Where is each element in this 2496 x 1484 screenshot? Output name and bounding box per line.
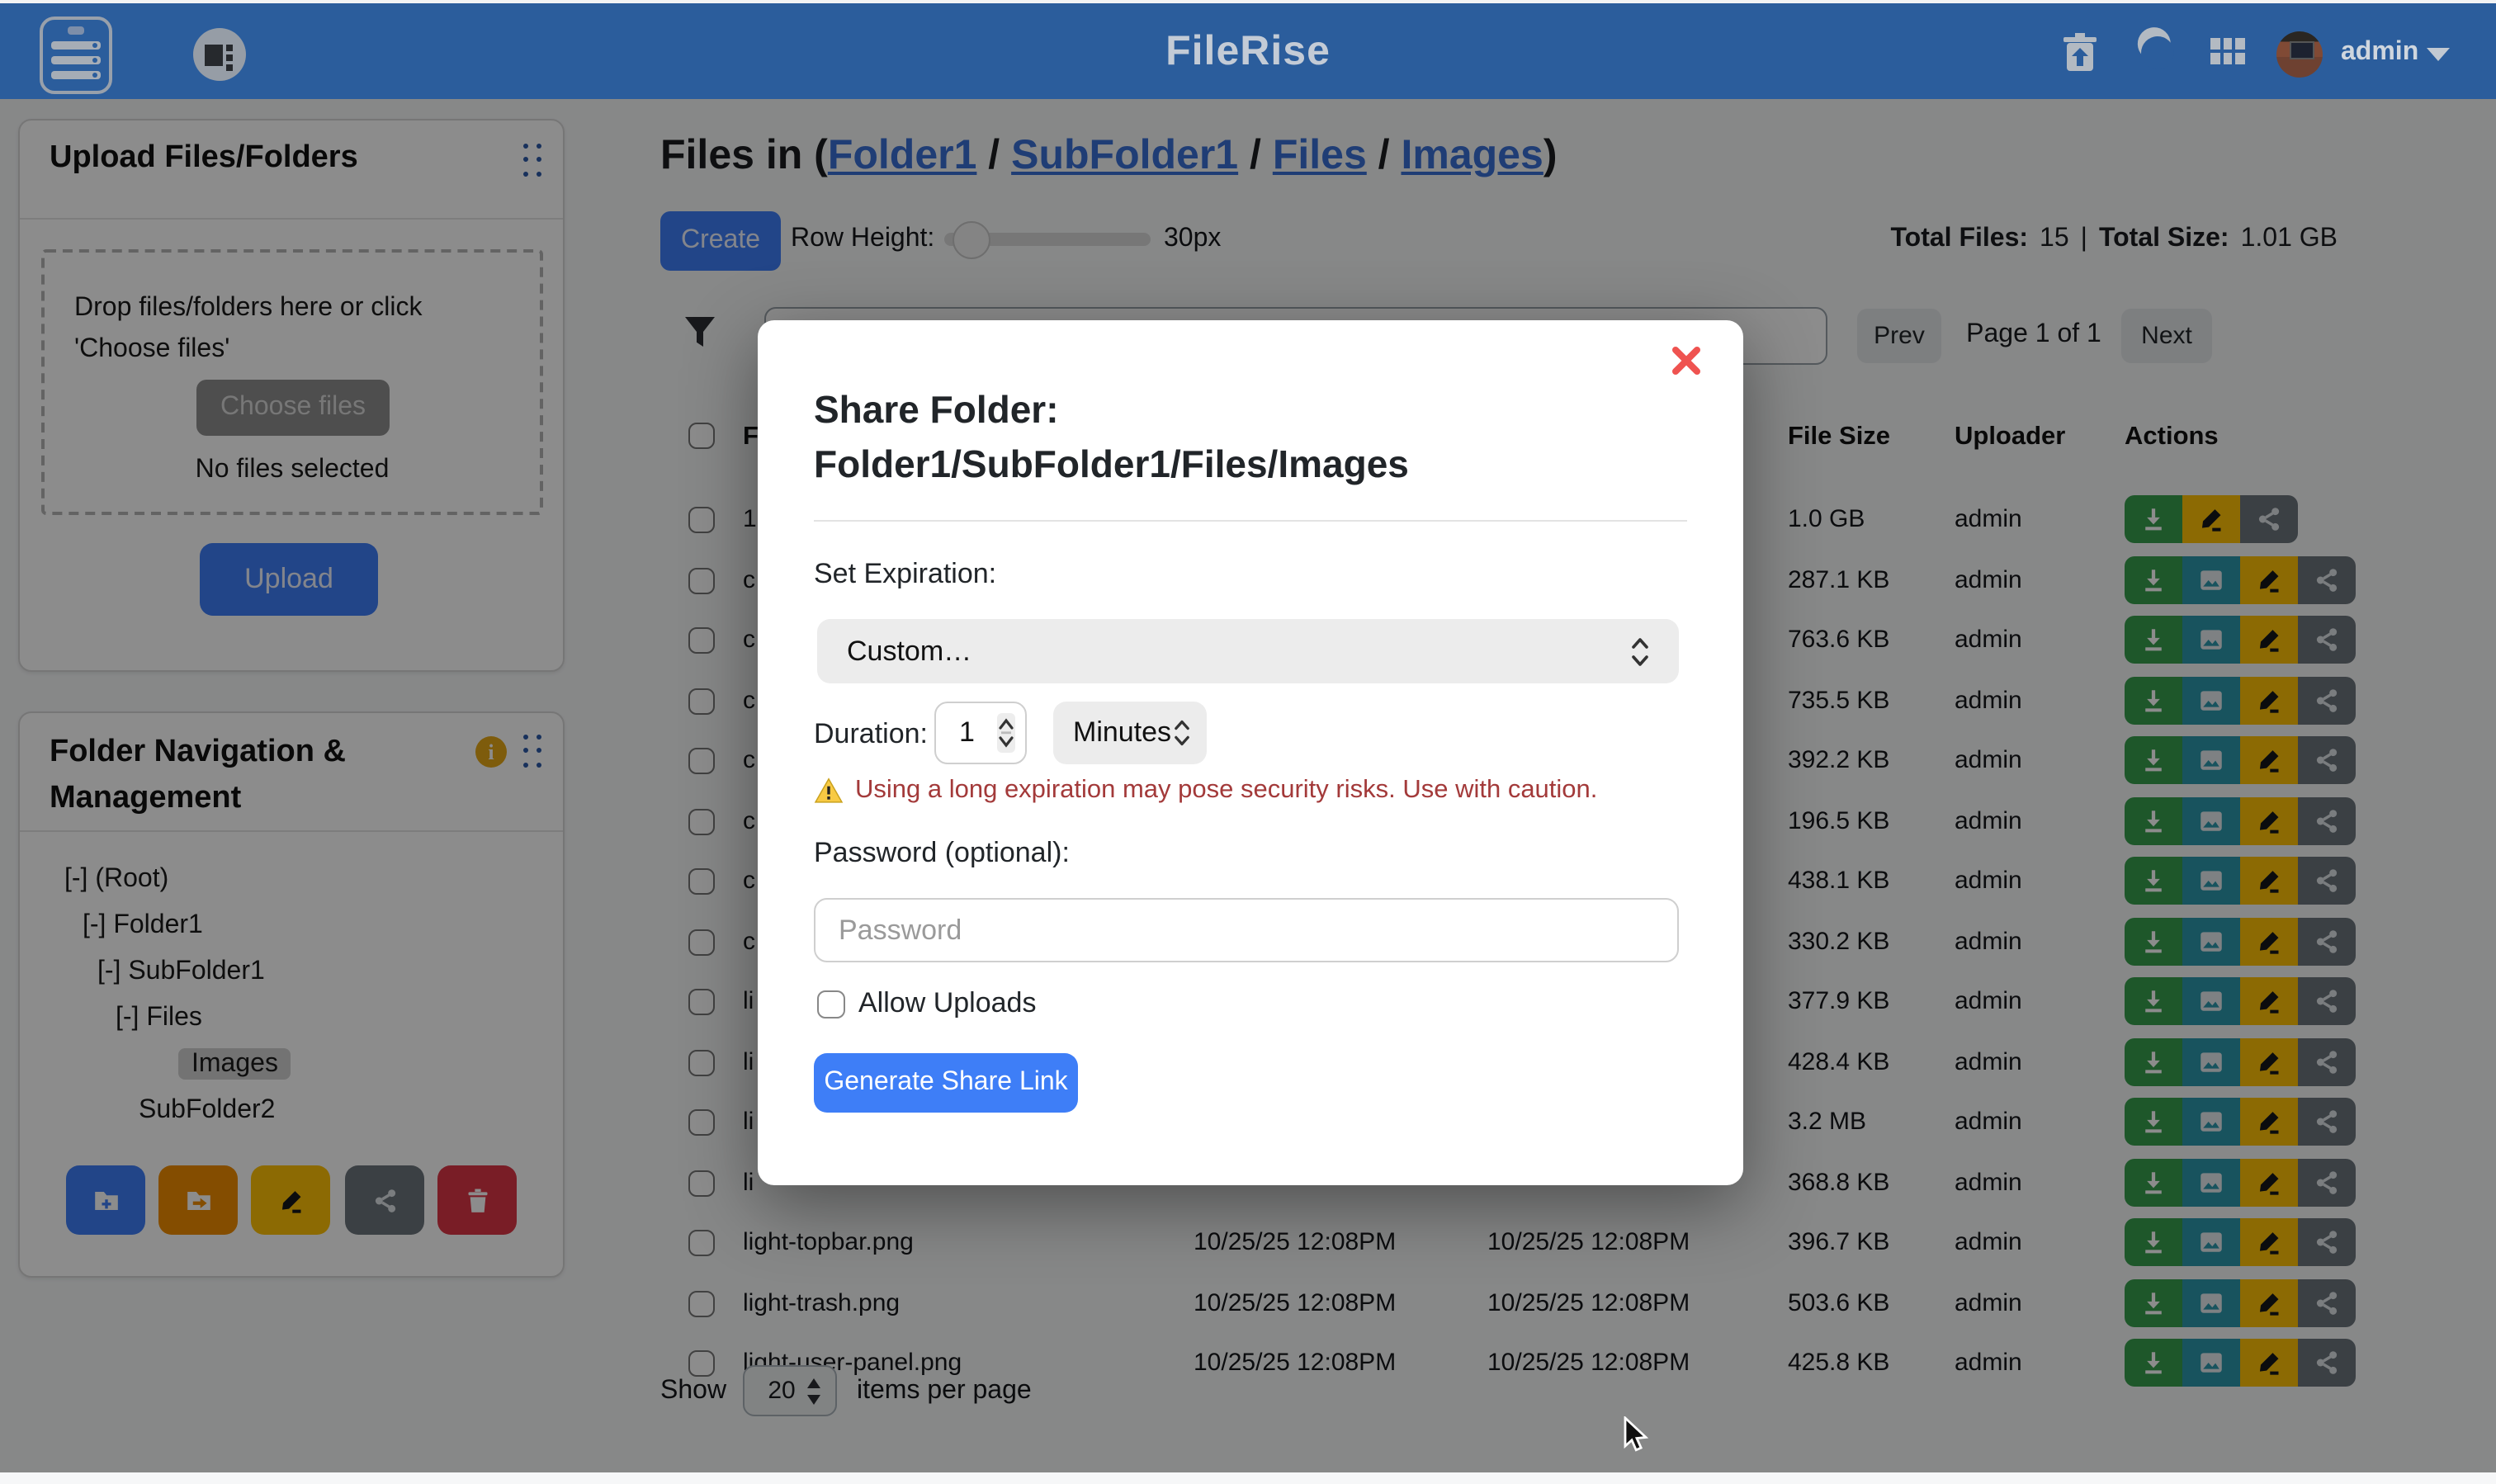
allow-uploads-row: Allow Uploads bbox=[817, 987, 1036, 1020]
expiration-select[interactable]: Custom… bbox=[817, 619, 1679, 683]
user-name[interactable]: admin bbox=[2341, 38, 2418, 68]
duration-input[interactable]: 1 bbox=[934, 702, 1027, 764]
modal-title-line2: Folder1/SubFolder1/Files/Images bbox=[814, 437, 1409, 492]
password-label: Password (optional): bbox=[814, 837, 1070, 870]
chevron-updown-icon bbox=[1631, 635, 1649, 668]
expiration-label: Set Expiration: bbox=[814, 558, 996, 591]
allow-uploads-label: Allow Uploads bbox=[858, 987, 1036, 1020]
duration-label: Duration: bbox=[814, 718, 928, 751]
apps-grid-icon[interactable] bbox=[2210, 38, 2245, 64]
expiration-warning: Using a long expiration may pose securit… bbox=[814, 776, 1597, 806]
duration-value: 1 bbox=[959, 716, 997, 749]
allow-uploads-checkbox[interactable] bbox=[817, 990, 845, 1018]
share-folder-modal: Share Folder: Folder1/SubFolder1/Files/I… bbox=[758, 320, 1743, 1185]
chevron-updown-icon bbox=[1174, 718, 1190, 748]
top-strip bbox=[0, 0, 2496, 3]
close-icon[interactable] bbox=[1672, 347, 1700, 375]
mouse-cursor bbox=[1623, 1416, 1649, 1456]
top-bar: FileRise admin bbox=[0, 3, 2496, 99]
warning-text: Using a long expiration may pose securit… bbox=[855, 776, 1597, 806]
generate-share-link-button[interactable]: Generate Share Link bbox=[814, 1053, 1078, 1113]
caret-down-icon[interactable] bbox=[2427, 48, 2450, 61]
app-title: FileRise bbox=[0, 28, 2496, 76]
modal-title-line1: Share Folder: bbox=[814, 383, 1059, 437]
filerise-app: FileRise admin Upload Files/Folders Drop… bbox=[0, 0, 2496, 1484]
password-field[interactable] bbox=[814, 898, 1679, 962]
duration-unit-select[interactable]: Minutes bbox=[1053, 702, 1207, 764]
avatar[interactable] bbox=[2276, 31, 2323, 78]
number-spinner-icon[interactable] bbox=[997, 713, 1015, 753]
expiration-value: Custom… bbox=[847, 635, 1631, 668]
trash-restore-icon[interactable] bbox=[2062, 33, 2098, 73]
duration-unit-value: Minutes bbox=[1073, 716, 1174, 749]
divider bbox=[814, 520, 1687, 522]
warning-icon bbox=[814, 777, 844, 804]
password-field-wrap bbox=[814, 898, 1679, 962]
